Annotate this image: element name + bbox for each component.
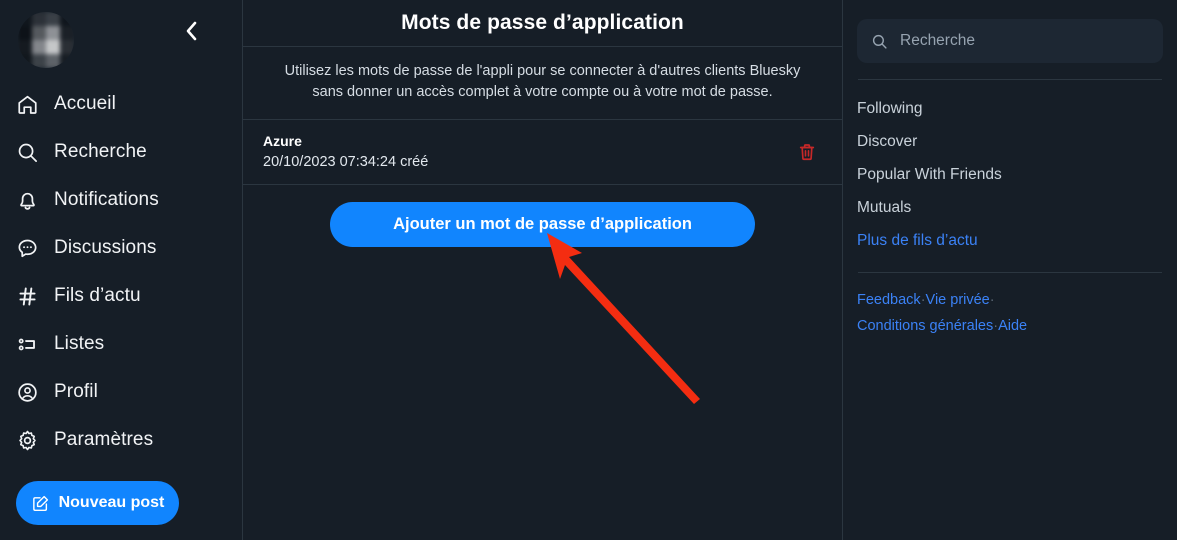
page-title: Mots de passe d’application <box>243 0 842 47</box>
footer-links: Feedback·Vie privée· Conditions générale… <box>857 273 1163 339</box>
sidebar-item-label: Accueil <box>54 93 116 114</box>
app-password-name: Azure <box>263 132 302 149</box>
hashtag-icon <box>14 283 40 309</box>
search-input[interactable]: Recherche <box>857 19 1163 63</box>
left-sidebar: Accueil Recherche Notifications Discussi… <box>0 0 243 540</box>
sidebar-nav: Accueil Recherche Notifications Discussi… <box>0 80 242 464</box>
feeds-list: Following Discover Popular With Friends … <box>857 80 1163 258</box>
home-icon <box>14 91 40 117</box>
bluesky-settings-app-passwords-screen: Accueil Recherche Notifications Discussi… <box>0 0 1177 540</box>
new-post-button-label: Nouveau post <box>58 494 165 511</box>
sidebar-item-label: Recherche <box>54 141 147 162</box>
new-post-button[interactable]: Nouveau post <box>16 481 179 525</box>
bell-icon <box>14 187 40 213</box>
compose-pencil-icon <box>32 495 48 511</box>
right-sidebar: Recherche Following Discover Popular Wit… <box>843 0 1177 540</box>
chevron-left-icon <box>186 21 197 41</box>
search-icon <box>14 139 40 165</box>
avatar-pixelated-image <box>18 12 74 68</box>
sidebar-item-discussions[interactable]: Discussions <box>0 224 242 272</box>
sidebar-item-label: Listes <box>54 333 105 354</box>
sidebar-item-fils-dactu[interactable]: Fils d’actu <box>0 272 242 320</box>
sidebar-item-label: Paramètres <box>54 429 154 450</box>
sidebar-item-label: Profil <box>54 381 98 402</box>
collapse-sidebar-button[interactable] <box>178 18 204 44</box>
delete-app-password-button[interactable] <box>794 139 820 165</box>
sidebar-item-label: Notifications <box>54 189 159 210</box>
footer-link-help[interactable]: Aide <box>998 318 1027 334</box>
trash-icon <box>799 144 815 161</box>
list-icon <box>14 331 40 357</box>
add-app-password-container: Ajouter un mot de passe d’application <box>243 185 842 248</box>
feed-link-discover[interactable]: Discover <box>857 126 1163 159</box>
main-content-panel: Mots de passe d’application Utilisez les… <box>243 0 843 540</box>
app-password-meta: Azure 20/10/2023 07:34:24 créé <box>263 131 428 174</box>
sidebar-item-profil[interactable]: Profil <box>0 368 242 416</box>
sidebar-header <box>0 0 242 78</box>
user-circle-icon <box>14 379 40 405</box>
app-password-row: Azure 20/10/2023 07:34:24 créé <box>243 120 842 186</box>
chat-bubble-icon <box>14 235 40 261</box>
add-app-password-button[interactable]: Ajouter un mot de passe d’application <box>330 202 755 248</box>
gear-icon <box>14 427 40 453</box>
footer-link-feedback[interactable]: Feedback <box>857 292 921 308</box>
footer-link-privacy[interactable]: Vie privée <box>926 292 990 308</box>
sidebar-item-recherche[interactable]: Recherche <box>0 128 242 176</box>
feed-link-more-feeds[interactable]: Plus de fils d’actu <box>857 225 1163 258</box>
footer-separator: · <box>989 292 995 308</box>
feed-link-mutuals[interactable]: Mutuals <box>857 192 1163 225</box>
avatar[interactable] <box>18 12 74 68</box>
app-password-created: 20/10/2023 07:34:24 créé <box>263 153 429 170</box>
sidebar-item-accueil[interactable]: Accueil <box>0 80 242 128</box>
page-description: Utilisez les mots de passe de l'appli po… <box>243 47 842 121</box>
sidebar-item-label: Discussions <box>54 237 157 258</box>
sidebar-item-notifications[interactable]: Notifications <box>0 176 242 224</box>
feed-link-popular-with-friends[interactable]: Popular With Friends <box>857 159 1163 192</box>
search-icon <box>872 34 887 49</box>
sidebar-item-parametres[interactable]: Paramètres <box>0 416 242 464</box>
search-placeholder: Recherche <box>900 32 975 49</box>
feed-link-following[interactable]: Following <box>857 93 1163 126</box>
sidebar-item-label: Fils d’actu <box>54 285 141 306</box>
sidebar-item-listes[interactable]: Listes <box>0 320 242 368</box>
footer-link-terms[interactable]: Conditions générales <box>857 318 993 334</box>
